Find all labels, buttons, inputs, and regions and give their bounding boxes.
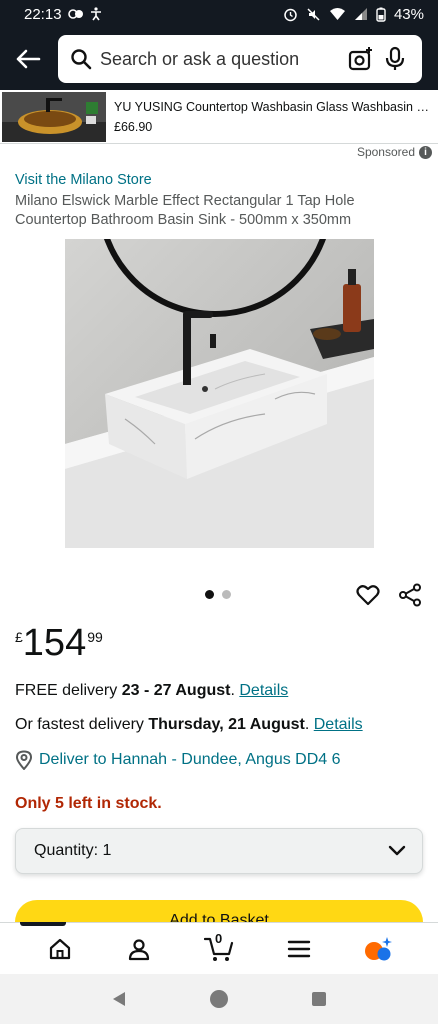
fastest-delivery-suffix: . bbox=[304, 716, 314, 733]
free-delivery-line: FREE delivery 23 - 27 August. Details bbox=[15, 682, 288, 700]
alarm-icon bbox=[283, 7, 298, 22]
wishlist-button[interactable] bbox=[354, 581, 382, 609]
ad-title: YU YUSING Countertop Washbasin Glass Was… bbox=[114, 99, 432, 114]
image-carousel-dots[interactable] bbox=[205, 590, 231, 599]
battery-level: 43% bbox=[393, 5, 424, 23]
quantity-dropdown[interactable]: Quantity: 1 bbox=[15, 828, 423, 874]
rufus-assistant-icon bbox=[365, 936, 393, 960]
nav-home[interactable] bbox=[38, 927, 82, 971]
deliver-to-text: Deliver to Hannah - Dundee, Angus DD4 6 bbox=[39, 751, 341, 768]
ad-price: £66.90 bbox=[114, 119, 153, 134]
status-bar: 22:13 43% bbox=[0, 0, 438, 28]
fastest-delivery-details-link[interactable]: Details bbox=[314, 716, 363, 733]
carousel-dot-1[interactable] bbox=[205, 590, 214, 599]
user-icon bbox=[129, 938, 150, 960]
product-price: £ 154 99 bbox=[15, 620, 103, 666]
home-icon bbox=[49, 938, 70, 959]
bottom-navigation: 0 bbox=[0, 922, 438, 974]
system-back-icon[interactable] bbox=[110, 990, 128, 1008]
share-icon bbox=[399, 583, 421, 607]
free-delivery-dates: 23 - 27 August bbox=[121, 682, 231, 699]
app-header: Search or ask a question bbox=[0, 28, 438, 90]
heart-icon bbox=[356, 585, 380, 606]
accessibility-icon bbox=[90, 7, 102, 21]
signal-icon bbox=[354, 7, 368, 21]
price-fraction: 99 bbox=[87, 629, 103, 645]
arrow-left-icon bbox=[16, 49, 41, 69]
free-delivery-details-link[interactable]: Details bbox=[239, 682, 288, 699]
share-button[interactable] bbox=[396, 581, 424, 609]
hamburger-menu-icon bbox=[287, 940, 310, 957]
fastest-delivery-prefix: Or fastest delivery bbox=[15, 716, 149, 733]
quantity-label: Quantity: 1 bbox=[34, 842, 112, 859]
microphone-icon bbox=[385, 46, 405, 70]
location-pin-icon bbox=[15, 750, 33, 770]
nav-cart[interactable]: 0 bbox=[197, 927, 241, 971]
chevron-down-icon bbox=[388, 845, 406, 856]
system-navigation-bar bbox=[0, 974, 438, 1024]
voice-search-button[interactable] bbox=[378, 42, 412, 76]
nav-menu[interactable] bbox=[277, 927, 321, 971]
free-delivery-prefix: FREE delivery bbox=[15, 682, 122, 699]
wifi-icon bbox=[329, 7, 346, 21]
fastest-delivery-line: Or fastest delivery Thursday, 21 August.… bbox=[15, 716, 363, 734]
carousel-dot-2[interactable] bbox=[222, 590, 231, 599]
price-currency: £ bbox=[15, 629, 23, 645]
product-image[interactable] bbox=[65, 239, 374, 548]
store-link[interactable]: Visit the Milano Store bbox=[15, 172, 152, 188]
active-tab-indicator bbox=[20, 922, 66, 926]
nav-rufus-assistant[interactable] bbox=[356, 927, 400, 971]
camera-search-button[interactable] bbox=[344, 42, 378, 76]
camera-search-icon bbox=[348, 47, 372, 71]
mute-icon bbox=[306, 7, 321, 22]
sponsored-product-ad[interactable]: YU YUSING Countertop Washbasin Glass Was… bbox=[0, 90, 438, 144]
back-button[interactable] bbox=[8, 39, 48, 79]
fastest-delivery-date: Thursday, 21 August bbox=[148, 716, 305, 733]
system-recents-icon[interactable] bbox=[310, 990, 328, 1008]
sponsored-text: Sponsored bbox=[356, 145, 415, 159]
battery-icon bbox=[376, 7, 386, 22]
status-time: 22:13 bbox=[24, 5, 62, 23]
product-title: Milano Elswick Marble Effect Rectangular… bbox=[15, 193, 355, 228]
sponsored-label[interactable]: Sponsored i bbox=[357, 145, 432, 159]
price-whole: 154 bbox=[22, 622, 87, 664]
search-icon bbox=[71, 49, 92, 70]
ad-product-image bbox=[2, 91, 106, 142]
stock-status: Only 5 left in stock. bbox=[15, 795, 162, 812]
system-home-icon[interactable] bbox=[209, 989, 229, 1009]
search-placeholder: Search or ask a question bbox=[100, 48, 300, 69]
link-icon bbox=[67, 8, 84, 20]
search-input[interactable]: Search or ask a question bbox=[58, 35, 422, 83]
nav-account[interactable] bbox=[117, 927, 161, 971]
info-icon[interactable]: i bbox=[419, 145, 432, 159]
deliver-to-location[interactable]: Deliver to Hannah - Dundee, Angus DD4 6 bbox=[15, 750, 341, 770]
cart-count: 0 bbox=[214, 930, 223, 946]
